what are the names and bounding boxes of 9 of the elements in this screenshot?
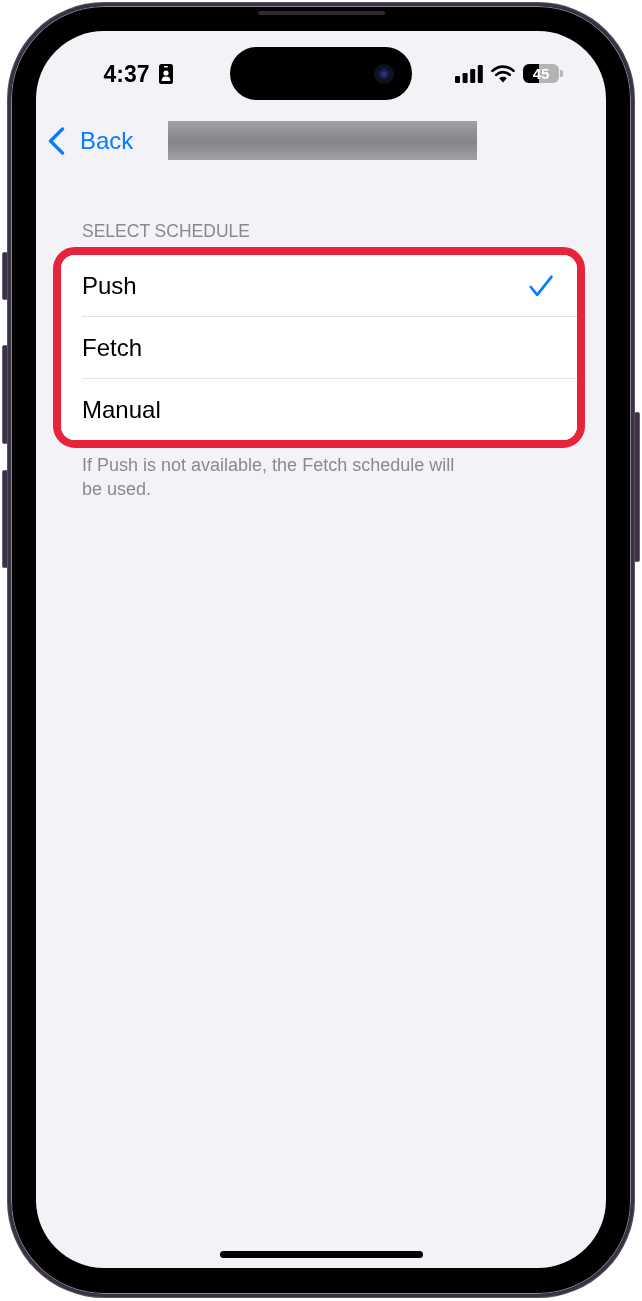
section-header: SELECT SCHEDULE [82,221,250,241]
signal-bars-icon [455,64,483,83]
status-time: 4:37 [103,60,150,87]
contact-card-icon [158,63,173,84]
camera-lens-icon [374,63,394,84]
chevron-left-icon [48,126,65,155]
footer-note: If Push is not available, the Fetch schedule will be used. [82,454,456,501]
wifi-icon [491,64,515,83]
back-button[interactable]: Back [48,125,134,156]
